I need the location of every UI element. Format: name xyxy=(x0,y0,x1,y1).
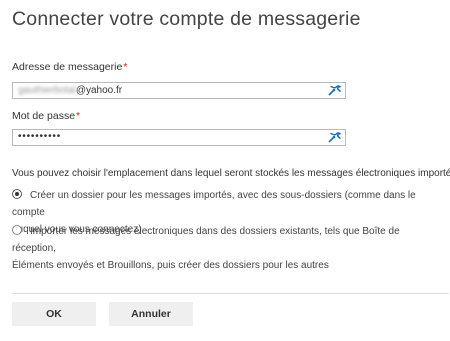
radio-existing-folders[interactable] xyxy=(12,225,22,235)
password-label-text: Mot de passe xyxy=(12,110,76,122)
radio-create-folder[interactable] xyxy=(12,189,22,199)
cancel-button[interactable]: Annuler xyxy=(109,302,193,326)
email-local-part: gauthierbotal xyxy=(18,85,76,96)
footer-divider xyxy=(12,293,449,294)
email-label-text: Adresse de messagerie xyxy=(12,61,123,73)
key-icon[interactable] xyxy=(327,131,342,144)
password-field[interactable]: •••••••••• xyxy=(12,129,346,146)
import-description: Vous pouvez choisir l'emplacement dans l… xyxy=(12,168,450,179)
password-required-mark: * xyxy=(76,110,81,122)
option-existing-folders-line1: Importer les messages électroniques dans… xyxy=(12,226,400,254)
import-option-existing-folders[interactable]: Importer les messages électroniques dans… xyxy=(12,223,442,274)
email-required-mark: * xyxy=(123,61,128,73)
ok-button[interactable]: OK xyxy=(12,302,96,326)
email-field[interactable]: gauthierbotal@yahoo.fr xyxy=(12,82,346,99)
password-label: Mot de passe* xyxy=(12,110,80,122)
email-domain: @yahoo.fr xyxy=(75,85,123,96)
option-existing-folders-line2: Éléments envoyés et Brouillons, puis cré… xyxy=(12,260,329,271)
key-icon[interactable] xyxy=(327,84,342,97)
option-create-folder-line1: Créer un dossier pour les messages impor… xyxy=(12,190,416,218)
dialog-title: Connecter votre compte de messagerie xyxy=(12,8,361,30)
email-label: Adresse de messagerie* xyxy=(12,61,127,73)
password-value: •••••••••• xyxy=(18,131,62,142)
